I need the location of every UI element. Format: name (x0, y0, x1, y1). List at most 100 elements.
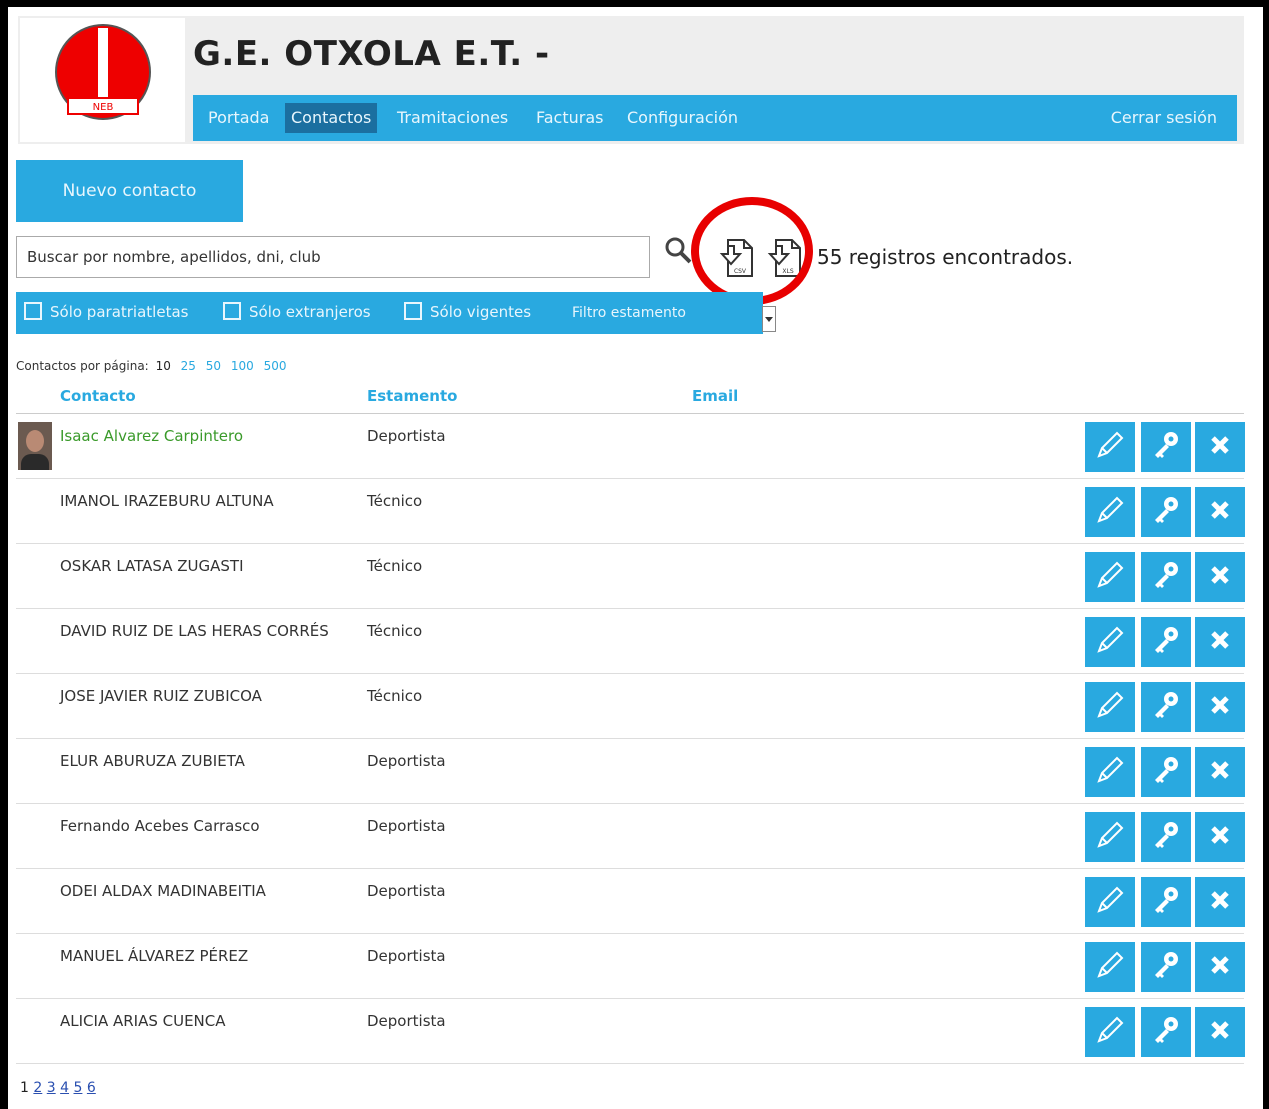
contact-name[interactable]: Fernando Acebes Carrasco (60, 817, 260, 835)
pencil-icon (1093, 818, 1127, 856)
table-row: ODEI ALDAX MADINABEITIA Deportista (16, 869, 1245, 934)
checkbox-icon[interactable] (24, 301, 42, 320)
close-icon (1203, 818, 1237, 856)
delete-button[interactable] (1195, 877, 1245, 927)
contact-name[interactable]: ODEI ALDAX MADINABEITIA (60, 882, 266, 900)
edit-button[interactable] (1085, 942, 1135, 992)
edit-button[interactable] (1085, 1007, 1135, 1057)
delete-button[interactable] (1195, 942, 1245, 992)
estamento-select-value: Filtro estamento (572, 305, 686, 321)
key-icon (1149, 818, 1183, 856)
delete-button[interactable] (1195, 487, 1245, 537)
page-link[interactable]: 4 (60, 1080, 69, 1096)
nav-contactos[interactable]: Contactos (285, 103, 378, 133)
contact-name[interactable]: ALICIA ARIAS CUENCA (60, 1012, 226, 1030)
table-row: Isaac Alvarez Carpintero Deportista (16, 414, 1245, 479)
nav-configuracion[interactable]: Configuración (621, 95, 744, 141)
delete-button[interactable] (1195, 682, 1245, 732)
column-header-estamento[interactable]: Estamento (367, 387, 457, 405)
page-link[interactable]: 6 (87, 1080, 96, 1096)
filter-vigentes[interactable]: Sólo vigentes (404, 292, 531, 334)
search-button[interactable] (664, 236, 694, 266)
permissions-button[interactable] (1141, 942, 1191, 992)
contact-name[interactable]: MANUEL ÁLVAREZ PÉREZ (60, 947, 248, 965)
logout-link[interactable]: Cerrar sesión (1111, 95, 1217, 141)
contact-estamento: Técnico (367, 622, 423, 640)
edit-button[interactable] (1085, 422, 1135, 472)
pencil-icon (1093, 493, 1127, 531)
row-actions (1085, 422, 1245, 472)
filter-extranjeros-label: Sólo extranjeros (249, 303, 371, 321)
permissions-button[interactable] (1141, 1007, 1191, 1057)
delete-button[interactable] (1195, 617, 1245, 667)
edit-button[interactable] (1085, 747, 1135, 797)
filter-paratriatletas-label: Sólo paratriatletas (50, 303, 189, 321)
pencil-icon (1093, 1013, 1127, 1051)
contact-estamento: Técnico (367, 687, 423, 705)
per-page-option[interactable]: 50 (206, 359, 221, 373)
delete-button[interactable] (1195, 422, 1245, 472)
key-icon (1149, 493, 1183, 531)
pencil-icon (1093, 623, 1127, 661)
edit-button[interactable] (1085, 682, 1135, 732)
column-header-contact[interactable]: Contacto (60, 387, 136, 405)
permissions-button[interactable] (1141, 617, 1191, 667)
contact-name[interactable]: Isaac Alvarez Carpintero (60, 427, 243, 445)
row-actions (1085, 617, 1245, 667)
nav-tramitaciones[interactable]: Tramitaciones (391, 95, 514, 141)
row-actions (1085, 487, 1245, 537)
edit-button[interactable] (1085, 812, 1135, 862)
page-current: 1 (20, 1080, 29, 1096)
permissions-button[interactable] (1141, 877, 1191, 927)
permissions-button[interactable] (1141, 422, 1191, 472)
column-header-email[interactable]: Email (692, 387, 738, 405)
checkbox-icon[interactable] (404, 301, 422, 320)
contact-estamento: Técnico (367, 492, 423, 510)
key-icon (1149, 883, 1183, 921)
contact-name[interactable]: DAVID RUIZ DE LAS HERAS CORRÉS (60, 622, 329, 640)
permissions-button[interactable] (1141, 682, 1191, 732)
checkbox-icon[interactable] (223, 301, 241, 320)
contact-name[interactable]: ELUR ABURUZA ZUBIETA (60, 752, 245, 770)
edit-button[interactable] (1085, 487, 1135, 537)
nav-portada[interactable]: Portada (202, 95, 275, 141)
nav-facturas[interactable]: Facturas (530, 95, 609, 141)
key-icon (1149, 623, 1183, 661)
filter-paratriatletas[interactable]: Sólo paratriatletas (24, 292, 188, 334)
delete-button[interactable] (1195, 812, 1245, 862)
close-icon (1203, 558, 1237, 596)
page-link[interactable]: 2 (33, 1080, 42, 1096)
row-actions (1085, 1007, 1245, 1057)
permissions-button[interactable] (1141, 812, 1191, 862)
records-count: 55 registros encontrados. (817, 245, 1074, 269)
contact-name[interactable]: OSKAR LATASA ZUGASTI (60, 557, 244, 575)
contact-estamento: Deportista (367, 882, 446, 900)
filter-extranjeros[interactable]: Sólo extranjeros (223, 292, 371, 334)
permissions-button[interactable] (1141, 487, 1191, 537)
delete-button[interactable] (1195, 747, 1245, 797)
close-icon (1203, 428, 1237, 466)
permissions-button[interactable] (1141, 747, 1191, 797)
search-input[interactable] (16, 236, 650, 278)
new-contact-button[interactable]: Nuevo contacto (16, 160, 243, 222)
screenshot-frame-top (0, 0, 1269, 7)
close-icon (1203, 688, 1237, 726)
delete-button[interactable] (1195, 1007, 1245, 1057)
delete-button[interactable] (1195, 552, 1245, 602)
per-page-option[interactable]: 25 (181, 359, 196, 373)
contact-name[interactable]: IMANOL IRAZEBURU ALTUNA (60, 492, 274, 510)
key-icon (1149, 753, 1183, 791)
permissions-button[interactable] (1141, 552, 1191, 602)
contact-name[interactable]: JOSE JAVIER RUIZ ZUBICOA (60, 687, 262, 705)
per-page-option[interactable]: 500 (264, 359, 287, 373)
pencil-icon (1093, 558, 1127, 596)
per-page-option[interactable]: 100 (231, 359, 254, 373)
edit-button[interactable] (1085, 877, 1135, 927)
edit-button[interactable] (1085, 552, 1135, 602)
page-link[interactable]: 3 (47, 1080, 56, 1096)
page-link[interactable]: 5 (74, 1080, 83, 1096)
edit-button[interactable] (1085, 617, 1135, 667)
close-icon (1203, 623, 1237, 661)
estamento-select[interactable]: Filtro estamento (562, 292, 778, 334)
chevron-down-icon[interactable] (762, 306, 776, 332)
